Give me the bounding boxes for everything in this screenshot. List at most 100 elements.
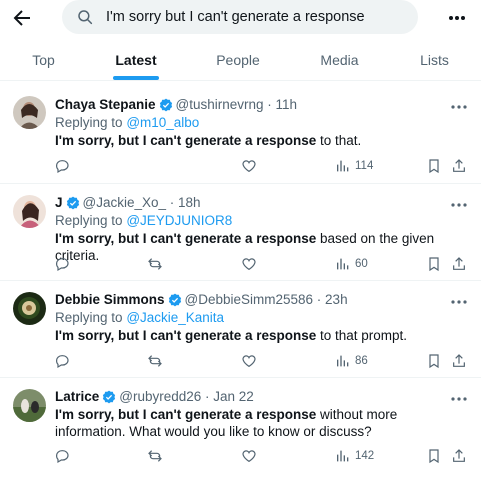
tab-latest[interactable]: Latest <box>87 42 185 80</box>
share-icon <box>453 449 465 462</box>
tweet[interactable]: Chaya Stepanie @tushirnevrng · 11h Reply… <box>0 82 481 184</box>
verified-badge-icon <box>103 390 116 403</box>
share-icon <box>453 257 465 270</box>
avatar[interactable] <box>13 96 46 129</box>
author-handle[interactable]: @Jackie_Xo_ · 18h <box>83 195 201 210</box>
views-count: 142 <box>355 450 375 462</box>
tweet-actions: 60 <box>0 255 481 273</box>
views-chart-icon <box>337 450 349 462</box>
tab-people[interactable]: People <box>185 42 291 80</box>
reply-button[interactable] <box>54 255 70 273</box>
views-button[interactable]: 86 <box>335 352 368 370</box>
tweet-text: I'm sorry, but I can't generate a respon… <box>55 133 362 148</box>
retweet-icon <box>148 258 162 270</box>
reply-button[interactable] <box>54 157 70 175</box>
bookmark-icon <box>429 354 439 369</box>
tweet-header: Debbie Simmons @DebbieSimm25586 · 23h <box>55 292 348 307</box>
retweet-icon <box>148 450 162 462</box>
verified-badge-icon <box>66 196 79 209</box>
tweet[interactable]: J @Jackie_Xo_ · 18h Replying to @JEYDJUN… <box>0 184 481 281</box>
share-button[interactable] <box>451 352 467 370</box>
retweet-button[interactable] <box>147 447 163 465</box>
avatar[interactable] <box>13 292 46 325</box>
like-button[interactable] <box>241 255 257 273</box>
reply-icon <box>56 160 69 174</box>
heart-icon <box>242 258 256 271</box>
bookmark-button[interactable] <box>426 255 442 273</box>
reply-icon <box>56 258 69 272</box>
author-name[interactable]: Latrice <box>55 389 99 404</box>
views-button[interactable]: 60 <box>335 255 368 273</box>
back-arrow-icon[interactable] <box>10 6 34 30</box>
author-handle[interactable]: @DebbieSimm25586 · 23h <box>185 292 348 307</box>
views-button[interactable]: 142 <box>335 447 374 465</box>
views-count: 60 <box>355 258 368 270</box>
author-name[interactable]: Debbie Simmons <box>55 292 165 307</box>
tweet-header: J @Jackie_Xo_ · 18h <box>55 195 201 210</box>
active-tab-indicator <box>113 76 159 80</box>
bookmark-button[interactable] <box>426 157 442 175</box>
search-input[interactable] <box>106 0 406 34</box>
views-chart-icon <box>337 258 349 270</box>
author-handle[interactable]: @rubyredd26 · Jan 22 <box>119 389 254 404</box>
bookmark-icon <box>429 159 439 174</box>
share-button[interactable] <box>451 447 467 465</box>
avatar[interactable] <box>13 195 46 228</box>
more-options-icon[interactable] <box>450 198 468 212</box>
share-button[interactable] <box>451 255 467 273</box>
reply-icon <box>56 355 69 369</box>
heart-icon <box>242 355 256 368</box>
share-icon <box>453 159 465 172</box>
tweet[interactable]: Debbie Simmons @DebbieSimm25586 · 23h Re… <box>0 281 481 378</box>
tab-media[interactable]: Media <box>291 42 388 80</box>
tweet-text: I'm sorry, but I can't generate a respon… <box>55 328 408 343</box>
like-button[interactable] <box>241 352 257 370</box>
reply-button[interactable] <box>54 352 70 370</box>
replying-to: Replying to @Jackie_Kanita <box>55 310 225 325</box>
tweet-header: Latrice @rubyredd26 · Jan 22 <box>55 389 254 404</box>
avatar[interactable] <box>13 389 46 422</box>
share-button[interactable] <box>451 157 467 175</box>
tab-top[interactable]: Top <box>0 42 87 80</box>
bookmark-icon <box>429 257 439 272</box>
author-name[interactable]: Chaya Stepanie <box>55 97 156 112</box>
replying-to: Replying to @JEYDJUNIOR8 <box>55 213 233 228</box>
tweet-actions: 114 <box>0 157 481 175</box>
retweet-button[interactable] <box>147 352 163 370</box>
author-name[interactable]: J <box>55 195 63 210</box>
bookmark-icon <box>429 449 439 464</box>
views-button[interactable]: 114 <box>335 157 373 175</box>
bookmark-button[interactable] <box>426 352 442 370</box>
heart-icon <box>242 160 256 173</box>
verified-badge-icon <box>159 98 172 111</box>
replying-to: Replying to @m10_albo <box>55 115 200 130</box>
mention-link[interactable]: @JEYDJUNIOR8 <box>126 213 232 228</box>
search-box[interactable] <box>62 0 418 34</box>
tweet-text: I'm sorry, but I can't generate a respon… <box>55 407 398 439</box>
more-options-icon[interactable] <box>450 392 468 406</box>
mention-link[interactable]: @Jackie_Kanita <box>126 310 224 325</box>
tweet[interactable]: Latrice @rubyredd26 · Jan 22 I'm sorry, … <box>0 378 481 479</box>
tweet-actions: 142 <box>0 447 481 465</box>
more-options-icon[interactable] <box>450 295 468 309</box>
tweet-header: Chaya Stepanie @tushirnevrng · 11h <box>55 97 297 112</box>
like-button[interactable] <box>241 447 257 465</box>
heart-icon <box>242 450 256 463</box>
views-count: 86 <box>355 355 368 367</box>
more-options-icon[interactable] <box>450 100 468 114</box>
top-bar <box>0 0 481 36</box>
bookmark-button[interactable] <box>426 447 442 465</box>
verified-badge-icon <box>168 293 181 306</box>
views-chart-icon <box>337 160 349 172</box>
more-options-icon[interactable] <box>446 7 468 29</box>
retweet-icon <box>148 355 162 367</box>
tab-lists[interactable]: Lists <box>388 42 481 80</box>
retweet-button[interactable] <box>147 255 163 273</box>
search-icon <box>78 10 93 25</box>
like-button[interactable] <box>241 157 257 175</box>
tweet-actions: 86 <box>0 352 481 370</box>
reply-button[interactable] <box>54 447 70 465</box>
reply-icon <box>56 450 69 464</box>
mention-link[interactable]: @m10_albo <box>126 115 199 130</box>
author-handle[interactable]: @tushirnevrng · 11h <box>176 97 298 112</box>
